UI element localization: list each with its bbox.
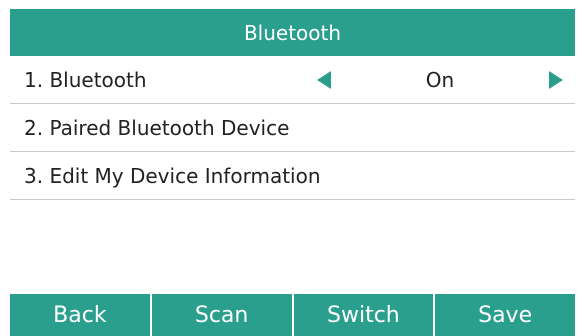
menu-list: 1. Bluetooth On 2. Paired Bluetooth Devi…: [10, 56, 575, 200]
page-title: Bluetooth: [243, 20, 342, 45]
switch-button[interactable]: Switch: [294, 294, 436, 336]
back-button[interactable]: Back: [10, 294, 152, 336]
menu-item-edit-device-info[interactable]: 3. Edit My Device Information: [10, 152, 575, 200]
title-bar: Bluetooth: [10, 9, 575, 56]
menu-item-bluetooth[interactable]: 1. Bluetooth On: [10, 56, 575, 104]
scan-button[interactable]: Scan: [152, 294, 294, 336]
bluetooth-toggle[interactable]: On: [317, 68, 575, 92]
menu-item-label: 2. Paired Bluetooth Device: [24, 115, 290, 140]
arrow-left-icon[interactable]: [317, 70, 331, 89]
menu-item-label: 3. Edit My Device Information: [24, 163, 321, 188]
softkey-bar: Back Scan Switch Save: [10, 294, 575, 336]
bluetooth-value: On: [425, 67, 455, 92]
phone-screen: Bluetooth 1. Bluetooth On 2. Paired Blue…: [0, 0, 585, 336]
menu-item-paired-devices[interactable]: 2. Paired Bluetooth Device: [10, 104, 575, 152]
save-button[interactable]: Save: [435, 294, 575, 336]
menu-item-label: 1. Bluetooth: [24, 67, 147, 92]
arrow-right-icon[interactable]: [549, 70, 563, 89]
